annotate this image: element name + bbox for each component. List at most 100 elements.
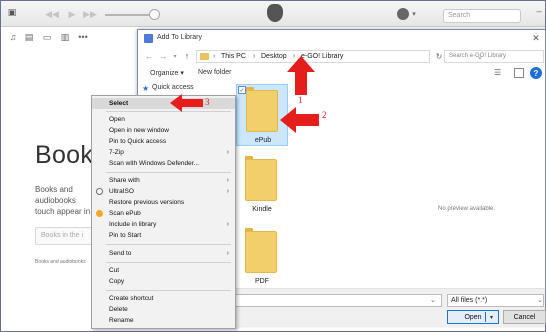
open-options-icon[interactable]: ▾ [485, 312, 497, 322]
rewind-icon[interactable]: ◀◀ [45, 8, 59, 20]
menu-icon[interactable]: ▣ [5, 6, 19, 18]
play-icon[interactable]: ▶ [65, 8, 79, 20]
folder-item-pdf[interactable]: PDF [236, 228, 288, 290]
breadcrumb-this-pc[interactable]: This PC [221, 53, 246, 60]
folder-icon [246, 90, 278, 132]
context-menu: Select Open Open in new window Pin to Qu… [91, 95, 236, 329]
organize-button[interactable]: Organize ▾ [150, 69, 184, 77]
search-input[interactable]: Search [443, 9, 521, 23]
menu-item-label: Restore previous versions [109, 199, 185, 206]
menu-item-open-new-window[interactable]: Open in new window [92, 125, 235, 136]
menu-item-share-with[interactable]: Share with › [92, 175, 235, 186]
menu-item-label: Create shortcut [109, 295, 154, 302]
preview-pane-icon[interactable] [514, 68, 524, 78]
menu-item-label: Pin to Start [109, 232, 142, 239]
forward-icon[interactable]: → [158, 50, 168, 62]
file-type-select[interactable]: All files (*.*) [447, 294, 544, 307]
music-icon[interactable]: ♫ [7, 31, 19, 43]
menu-item-create-shortcut[interactable]: Create shortcut [92, 293, 235, 304]
breadcrumb-separator-icon: › [253, 53, 256, 60]
menu-item-pin-quick-access[interactable]: Pin to Quick access [92, 136, 235, 147]
menu-item-rename[interactable]: Rename [92, 315, 235, 326]
breadcrumb-separator-icon: › [213, 53, 216, 60]
view-options-icon[interactable]: ☰ [494, 68, 506, 78]
books-description: Books and audiobooks touch appear in t [35, 185, 95, 216]
menu-item-scan-defender[interactable]: Scan with Windows Defender... [92, 158, 235, 169]
folder-icon [245, 159, 277, 201]
more-icon[interactable]: ••• [77, 31, 89, 43]
submenu-arrow-icon: › [226, 221, 229, 228]
submenu-arrow-icon: › [226, 177, 229, 184]
folder-label: ePub [254, 137, 272, 144]
itunes-toolbar: ▣ ◀◀ ▶ ▶▶ ▾ Search – [1, 1, 545, 27]
scan-icon [96, 210, 103, 217]
arrow-up-annotation [287, 56, 315, 95]
nav-quick-access[interactable]: Quick access [152, 84, 194, 91]
ultraiso-icon [96, 188, 103, 195]
cancel-button[interactable]: Cancel [503, 310, 546, 324]
new-folder-button[interactable]: New folder [198, 69, 231, 76]
fast-forward-icon[interactable]: ▶▶ [83, 8, 97, 20]
submenu-arrow-icon: › [226, 250, 229, 257]
menu-item-label: Open [109, 116, 125, 123]
annotation-number-1: 1 [298, 95, 303, 105]
menu-item-label: Open in new window [109, 127, 169, 134]
arrow-left-annotation [280, 107, 319, 133]
menu-item-cut[interactable]: Cut [92, 265, 235, 276]
chevron-down-icon[interactable]: ⌄ [430, 296, 436, 304]
menu-item-pin-start[interactable]: Pin to Start [92, 230, 235, 241]
dialog-title: Add To Library [157, 34, 203, 41]
folder-label: Kindle [252, 206, 272, 213]
up-icon[interactable]: ↑ [182, 50, 192, 62]
menu-item-select[interactable]: Select [92, 98, 235, 109]
preview-pane-text: No preview available. [438, 206, 496, 212]
menu-item-label: Send to [109, 250, 132, 257]
chevron-down-icon[interactable]: ⌄ [537, 296, 543, 304]
refresh-icon[interactable]: ↻ [434, 50, 444, 62]
menu-item-label: Scan ePub [109, 210, 141, 217]
tv-icon[interactable]: ▭ [41, 31, 53, 43]
volume-knob[interactable] [149, 9, 160, 20]
back-icon[interactable]: ← [144, 50, 154, 62]
menu-item-label: Include in library [109, 221, 157, 228]
address-bar-row: ← → ▾ ↑ › This PC › Desktop › e-GO! Libr… [138, 46, 545, 66]
minimize-icon[interactable]: – [533, 5, 545, 17]
menu-item-restore-versions[interactable]: Restore previous versions [92, 197, 235, 208]
account-icon[interactable] [397, 8, 409, 20]
menu-item-label: Cut [109, 267, 120, 274]
menu-item-label: Scan with Windows Defender... [109, 160, 199, 167]
menu-item-7zip[interactable]: 7-Zip › [92, 147, 235, 158]
books-footnote: Books and audiobooks [35, 259, 86, 265]
itunes-app-icon [144, 34, 153, 43]
menu-item-label: Copy [109, 278, 125, 285]
menu-separator [106, 290, 231, 291]
arrow-left-annotation [170, 94, 203, 112]
file-name-input[interactable] [234, 294, 442, 307]
books-store-button[interactable]: Books in the i [35, 227, 93, 245]
help-icon[interactable]: ? [530, 67, 542, 79]
folder-item-kindle[interactable]: Kindle [236, 156, 288, 218]
chevron-down-icon[interactable]: ▾ [410, 8, 418, 20]
menu-item-label: UltraISO [109, 188, 134, 195]
close-icon[interactable]: ✕ [531, 32, 541, 44]
menu-separator [106, 244, 231, 245]
search-input[interactable]: Search e-GO! Library [444, 50, 544, 63]
menu-separator [106, 111, 231, 112]
menu-item-scan-epub[interactable]: Scan ePub [92, 208, 235, 219]
submenu-arrow-icon: › [226, 188, 229, 195]
dialog-toolbar: Organize ▾ New folder ☰ ? [138, 66, 545, 80]
menu-item-send-to[interactable]: Send to › [92, 248, 235, 259]
menu-separator [106, 262, 231, 263]
menu-item-ultraiso[interactable]: UltraISO › [92, 186, 235, 197]
books-icon[interactable]: ▥ [59, 31, 71, 43]
menu-item-open[interactable]: Open [92, 114, 235, 125]
menu-item-copy[interactable]: Copy [92, 276, 235, 287]
dialog-titlebar: Add To Library ✕ [138, 30, 545, 46]
folder-icon [245, 231, 277, 273]
movies-icon[interactable]: ▤ [23, 31, 35, 43]
breadcrumb-desktop[interactable]: Desktop [261, 53, 287, 60]
menu-item-include-library[interactable]: Include in library › [92, 219, 235, 230]
checkbox-icon[interactable]: ✓ [238, 86, 246, 94]
menu-item-delete[interactable]: Delete [92, 304, 235, 315]
recent-locations-icon[interactable]: ▾ [170, 50, 180, 62]
